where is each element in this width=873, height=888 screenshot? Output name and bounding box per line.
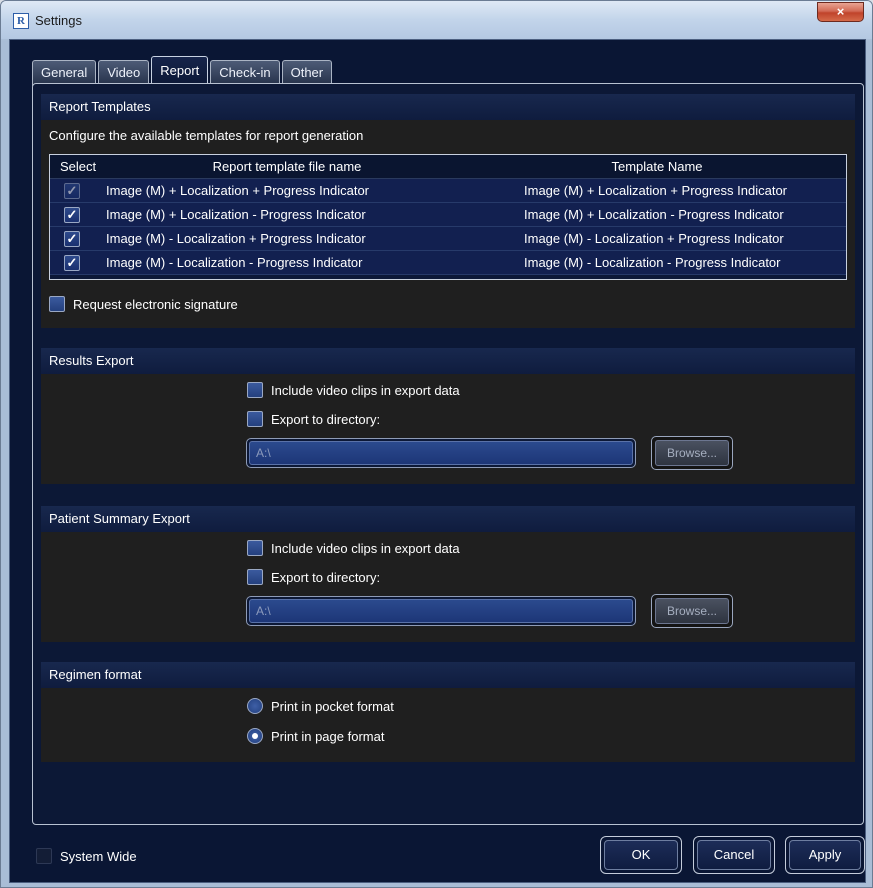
table-row[interactable]: ✓ Image (M) - Localization - Progress In… xyxy=(50,251,846,275)
patient-browse-label: Browse... xyxy=(655,598,729,624)
patient-include-clips-checkbox[interactable] xyxy=(247,540,263,556)
row-file-name: Image (M) - Localization + Progress Indi… xyxy=(106,231,366,246)
table-row[interactable]: ✓ Image (M) - Localization + Progress In… xyxy=(50,227,846,251)
pocket-format-radio[interactable] xyxy=(247,698,263,714)
results-browse-button[interactable]: Browse... xyxy=(651,436,733,470)
patient-browse-button[interactable]: Browse... xyxy=(651,594,733,628)
results-export-dir-checkbox[interactable] xyxy=(247,411,263,427)
ok-button[interactable]: OK xyxy=(600,836,682,874)
report-templates-description: Configure the available templates for re… xyxy=(49,128,364,143)
results-export-section: Include video clips in export data Expor… xyxy=(41,374,855,484)
report-tab-panel: Report Templates Configure the available… xyxy=(32,83,864,825)
row-checkbox[interactable]: ✓ xyxy=(64,254,80,271)
page-format-label: Print in page format xyxy=(271,728,385,744)
table-header: Select Report template file name Templat… xyxy=(50,155,846,179)
settings-window: R Settings × General Video Report Check-… xyxy=(0,0,873,888)
row-checkbox[interactable]: ✓ xyxy=(64,230,80,247)
patient-include-clips-label: Include video clips in export data xyxy=(271,540,460,556)
apply-button[interactable]: Apply xyxy=(785,836,865,874)
results-include-clips-label: Include video clips in export data xyxy=(271,382,460,398)
column-header-template-name[interactable]: Template Name xyxy=(468,155,846,178)
row-template-name: Image (M) + Localization - Progress Indi… xyxy=(524,207,784,222)
results-export-dir-option[interactable]: Export to directory: xyxy=(247,411,380,427)
row-template-name: Image (M) - Localization + Progress Indi… xyxy=(524,231,784,246)
system-wide-checkbox[interactable] xyxy=(36,848,52,864)
patient-export-header: Patient Summary Export xyxy=(41,506,855,532)
row-template-name: Image (M) - Localization - Progress Indi… xyxy=(524,255,781,270)
results-dir-value[interactable]: A:\ xyxy=(249,441,633,465)
system-wide-label: System Wide xyxy=(60,848,137,864)
dialog-client-area: General Video Report Check-in Other Repo… xyxy=(9,39,866,883)
row-checkbox: ✓ xyxy=(64,182,80,199)
patient-export-dir-option[interactable]: Export to directory: xyxy=(247,569,380,585)
tab-report[interactable]: Report xyxy=(151,56,209,86)
title-bar[interactable]: R Settings × xyxy=(1,1,872,39)
row-file-name: Image (M) - Localization - Progress Indi… xyxy=(106,255,363,270)
results-dir-field[interactable]: A:\ xyxy=(246,438,636,468)
column-header-file-name[interactable]: Report template file name xyxy=(106,155,468,178)
table-row[interactable]: ✓ Image (M) + Localization + Progress In… xyxy=(50,179,846,203)
column-header-select[interactable]: Select xyxy=(50,155,106,178)
apply-button-label: Apply xyxy=(789,840,861,870)
signature-label: Request electronic signature xyxy=(73,296,238,312)
patient-export-dir-label: Export to directory: xyxy=(271,569,381,585)
patient-export-section: Include video clips in export data Expor… xyxy=(41,532,855,642)
report-templates-header: Report Templates xyxy=(41,94,855,120)
templates-table: Select Report template file name Templat… xyxy=(49,154,847,280)
results-browse-label: Browse... xyxy=(655,440,729,466)
signature-option[interactable]: Request electronic signature xyxy=(49,296,238,312)
results-include-clips-checkbox[interactable] xyxy=(247,382,263,398)
cancel-button[interactable]: Cancel xyxy=(693,836,775,874)
patient-include-clips-option[interactable]: Include video clips in export data xyxy=(247,540,460,556)
page-format-radio[interactable] xyxy=(247,728,263,744)
cancel-button-label: Cancel xyxy=(697,840,771,870)
system-wide-option[interactable]: System Wide xyxy=(36,848,137,864)
results-include-clips-option[interactable]: Include video clips in export data xyxy=(247,382,460,398)
row-file-name: Image (M) + Localization - Progress Indi… xyxy=(106,207,366,222)
row-file-name: Image (M) + Localization + Progress Indi… xyxy=(106,183,370,198)
signature-checkbox[interactable] xyxy=(49,296,65,312)
results-export-dir-label: Export to directory: xyxy=(271,411,381,427)
pocket-format-label: Print in pocket format xyxy=(271,698,394,714)
app-icon: R xyxy=(13,13,29,29)
patient-dir-field[interactable]: A:\ xyxy=(246,596,636,626)
results-export-header: Results Export xyxy=(41,348,855,374)
pocket-format-option[interactable]: Print in pocket format xyxy=(247,698,394,714)
table-row[interactable]: ✓ Image (M) + Localization - Progress In… xyxy=(50,203,846,227)
tab-strip: General Video Report Check-in Other xyxy=(32,56,333,86)
ok-button-label: OK xyxy=(604,840,678,870)
row-template-name: Image (M) + Localization + Progress Indi… xyxy=(524,183,788,198)
patient-dir-value[interactable]: A:\ xyxy=(249,599,633,623)
close-button[interactable]: × xyxy=(817,2,864,22)
window-title: Settings xyxy=(35,13,82,28)
page-format-option[interactable]: Print in page format xyxy=(247,728,384,744)
regimen-format-section: Print in pocket format Print in page for… xyxy=(41,688,855,762)
regimen-format-header: Regimen format xyxy=(41,662,855,688)
patient-export-dir-checkbox[interactable] xyxy=(247,569,263,585)
report-templates-section: Configure the available templates for re… xyxy=(41,120,855,328)
row-checkbox[interactable]: ✓ xyxy=(64,206,80,223)
